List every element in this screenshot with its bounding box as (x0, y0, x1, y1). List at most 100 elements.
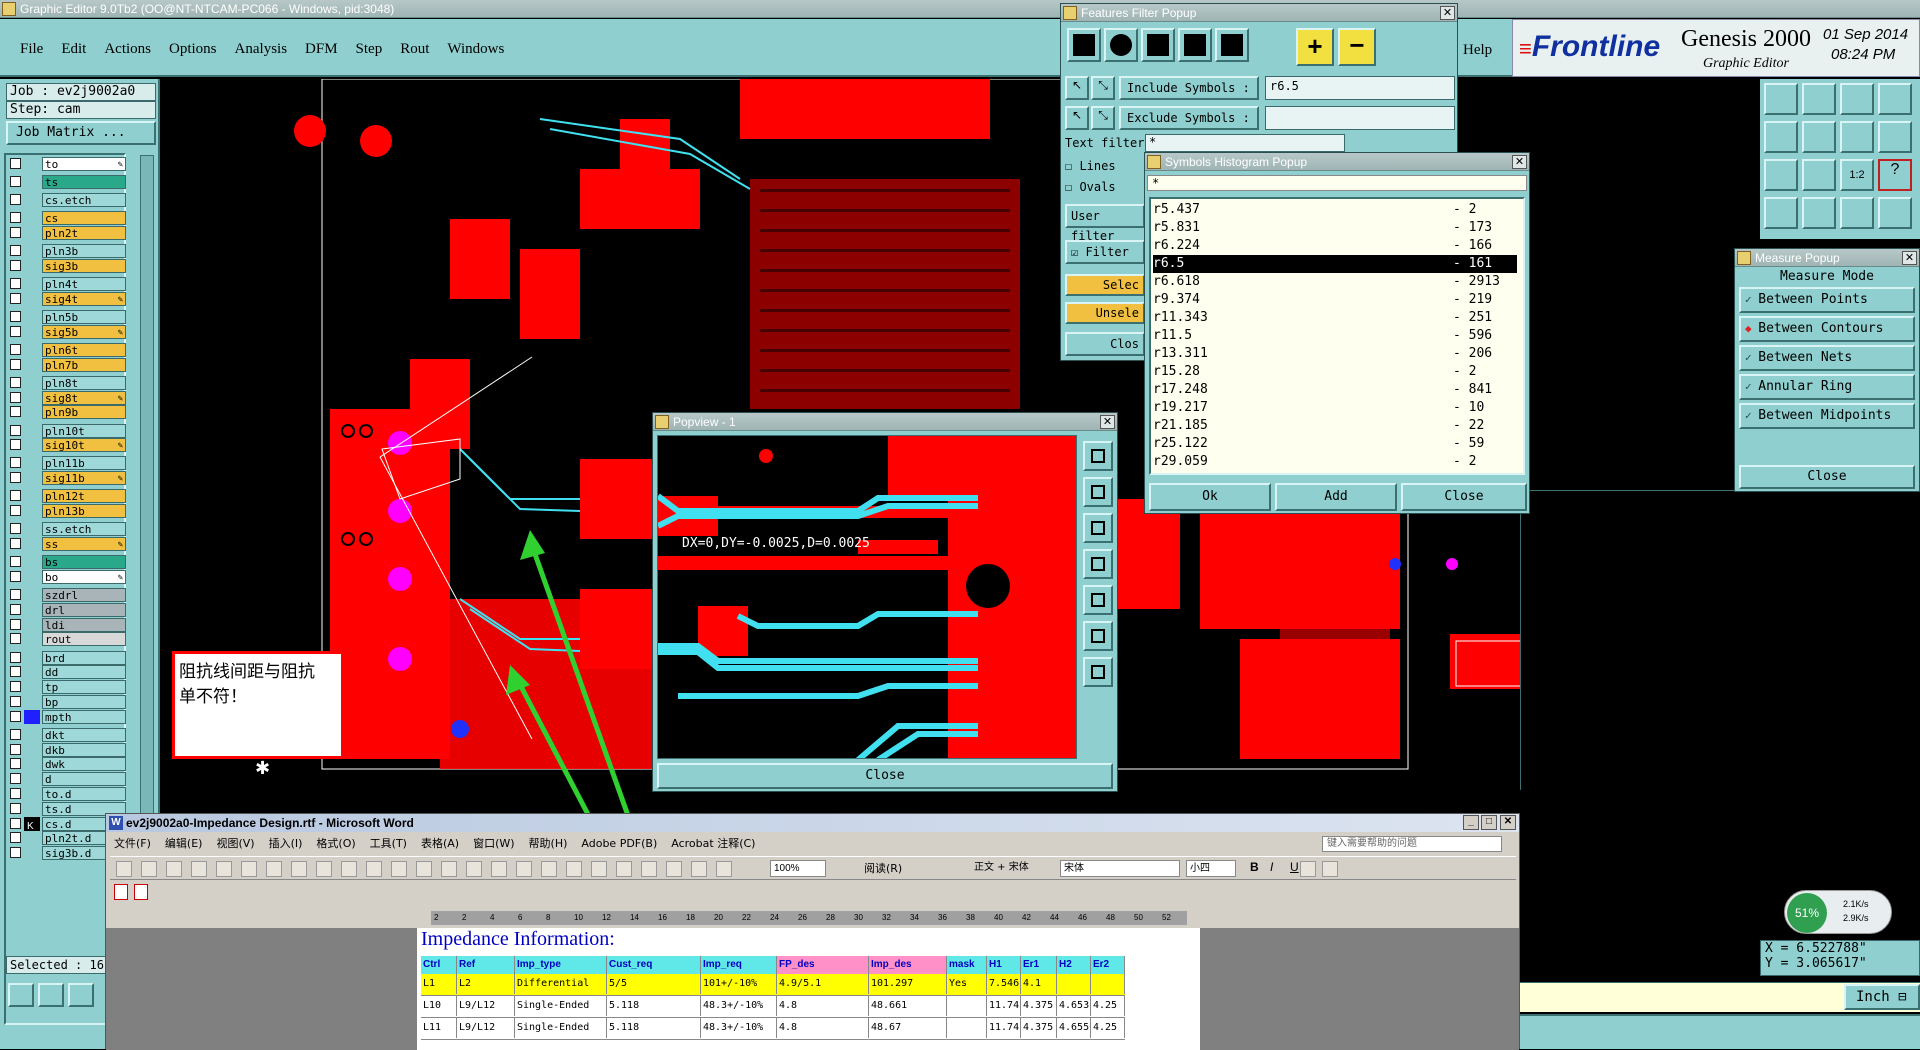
word-toolbar-icon[interactable] (491, 861, 507, 877)
word-menu-item[interactable]: 帮助(H) (529, 837, 568, 850)
layer-row[interactable]: cs (10, 211, 126, 226)
layer-checkbox[interactable] (10, 406, 21, 418)
layer-row[interactable]: to.d (10, 787, 126, 801)
layer-checkbox[interactable] (10, 472, 21, 484)
layer-affected-icon[interactable] (24, 588, 40, 602)
menu-step[interactable]: Step (356, 41, 383, 58)
underline-button[interactable]: U (1290, 860, 1299, 874)
unselect-button[interactable]: Unsele (1065, 302, 1145, 324)
layer-row[interactable]: dd (10, 665, 126, 680)
menu-help[interactable]: Help (1463, 42, 1492, 59)
layer-affected-icon[interactable] (24, 259, 40, 273)
pv-next-icon[interactable] (1083, 585, 1113, 615)
include-symbols-input[interactable]: r6.5 (1265, 76, 1455, 100)
layer-row[interactable]: pln8t (10, 375, 126, 390)
layer-checkbox[interactable] (10, 758, 21, 770)
snap-tool-button[interactable] (8, 983, 34, 1007)
layer-affected-icon[interactable] (24, 665, 40, 679)
add-button[interactable]: Add (1275, 483, 1397, 511)
pdf-email-icon[interactable] (134, 884, 148, 900)
arc-shape-icon[interactable] (1178, 28, 1212, 62)
word-toolbar-icon[interactable] (416, 861, 432, 877)
minimize-icon[interactable]: _ (1463, 815, 1479, 830)
unit-selector[interactable]: Inch ⊟ (1844, 984, 1920, 1010)
layer-checkbox[interactable] (10, 802, 21, 814)
word-toolbar-icon[interactable] (291, 861, 307, 877)
histogram-row[interactable]: r17.248 - 841 (1153, 381, 1517, 399)
layer-checkbox[interactable] (10, 505, 21, 517)
word-toolbar-icon[interactable] (216, 861, 232, 877)
word-toolbar-icon[interactable] (716, 861, 732, 877)
layer-row[interactable]: drl (10, 602, 126, 617)
word-toolbar-icon[interactable] (641, 861, 657, 877)
surface-shape-icon[interactable] (1141, 28, 1175, 62)
word-menu-item[interactable]: 文件(F) (114, 837, 151, 850)
layer-row[interactable]: bp (10, 694, 126, 709)
histogram-row[interactable]: r6.5 - 161 (1153, 255, 1517, 273)
layer-affected-icon[interactable] (24, 757, 40, 771)
maximize-icon[interactable]: □ (1481, 815, 1497, 830)
layer-row[interactable]: pln5b (10, 310, 126, 324)
word-toolbar-icon[interactable] (141, 861, 157, 877)
layer-checkbox[interactable] (10, 227, 21, 239)
layer-affected-icon[interactable] (24, 555, 40, 569)
word-menu-item[interactable]: 工具(T) (370, 837, 407, 850)
layer-checkbox[interactable] (10, 743, 21, 755)
layer-affected-icon[interactable] (24, 632, 40, 646)
layer-checkbox[interactable] (10, 832, 21, 844)
layer-row[interactable]: ss ✎ (10, 537, 126, 551)
word-menu-item[interactable]: Adobe PDF(B) (581, 837, 657, 850)
layer-checkbox[interactable] (10, 633, 21, 645)
word-toolbar-icon[interactable] (616, 861, 632, 877)
layer-checkbox[interactable] (10, 651, 21, 663)
layer-checkbox[interactable] (10, 176, 21, 188)
layer-row[interactable]: sig11b ✎ (10, 471, 126, 486)
snap-icon[interactable] (1878, 197, 1912, 229)
menu-options[interactable]: Options (169, 41, 217, 58)
font-select[interactable]: 宋体 (1060, 860, 1180, 877)
layer-checkbox[interactable] (10, 212, 21, 224)
filter-toggle[interactable]: ☑ Filter (1065, 240, 1145, 264)
zoom-select[interactable]: 100% (770, 860, 826, 877)
text-shape-icon[interactable] (1215, 28, 1249, 62)
layer-affected-icon[interactable] (24, 537, 40, 551)
pv-shrink-icon[interactable] (1083, 621, 1113, 651)
layer-affected-icon[interactable] (24, 157, 40, 171)
pv-pan-icon[interactable] (1083, 477, 1113, 507)
layer-checkbox[interactable] (10, 847, 21, 859)
layer-affected-icon[interactable] (24, 489, 40, 503)
word-toolbar-icon[interactable] (241, 861, 257, 877)
layer-affected-icon[interactable] (24, 709, 40, 724)
layer-affected-icon[interactable] (24, 277, 40, 291)
layer-row[interactable]: pln9b (10, 405, 126, 420)
menu-analysis[interactable]: Analysis (235, 41, 288, 58)
word-toolbar-icon[interactable] (691, 861, 707, 877)
close-icon[interactable]: ✕ (1902, 251, 1917, 265)
layer-row[interactable]: ts (10, 175, 126, 190)
layer-affected-icon[interactable] (24, 211, 40, 225)
measure-mode-annular-ring[interactable]: ✓ Annular Ring (1739, 374, 1915, 400)
mirror-icon[interactable] (1840, 121, 1874, 153)
layer-checkbox[interactable] (10, 194, 21, 206)
word-toolbar-icon[interactable] (1322, 861, 1338, 877)
word-toolbar-icon[interactable] (466, 861, 482, 877)
line-shape-icon[interactable] (1067, 28, 1101, 62)
text-filter-input[interactable]: * (1145, 134, 1345, 152)
layer-affected-icon[interactable] (24, 193, 40, 207)
popview-canvas[interactable]: DX=0,DY=-0.0025,D=0.0025 (657, 435, 1077, 759)
layer-row[interactable]: pln13b (10, 504, 126, 519)
word-toolbar-icon[interactable] (516, 861, 532, 877)
word-toolbar-icon[interactable] (666, 861, 682, 877)
word-toolbar-icon[interactable] (316, 861, 332, 877)
net-icon[interactable] (1840, 197, 1874, 229)
layer-row[interactable]: ldi (10, 617, 126, 632)
word-menu-item[interactable]: 表格(A) (421, 837, 459, 850)
layer-row[interactable]: pln4t (10, 277, 126, 292)
grid-icon[interactable] (1802, 197, 1836, 229)
word-toolbar-icon[interactable] (266, 861, 282, 877)
layer-affected-icon[interactable] (24, 787, 40, 801)
word-toolbar-icon[interactable] (441, 861, 457, 877)
layer-row[interactable]: sig5b ✎ (10, 324, 126, 339)
layer-checkbox[interactable] (10, 618, 21, 630)
layer-affected-icon[interactable] (24, 471, 40, 485)
